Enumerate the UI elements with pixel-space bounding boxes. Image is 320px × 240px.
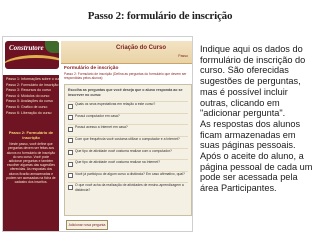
sidebar-item-step-3[interactable]: Passo 3: Recursos do curso — [3, 88, 59, 94]
question-option[interactable]: Com que frequência você costuma utilizar… — [68, 135, 188, 148]
question-option[interactable]: Possui acesso a Internet em casa? — [68, 124, 188, 136]
checkbox-icon[interactable] — [68, 150, 73, 156]
sidebar: Passo 1: Informações sobre o curso Passo… — [3, 75, 64, 231]
sidebar-item-step-7[interactable]: Passo 6: Liberação do curso — [3, 111, 59, 117]
logo-text: Construtore — [9, 44, 44, 52]
app-screenshot: Construtore Criação do Curso Passo Passo… — [2, 36, 193, 232]
question-label: Possui computador em casa? — [75, 113, 120, 118]
question-option[interactable]: Que tipo de atividade você costuma reali… — [68, 159, 188, 171]
header-subtitle: Passo — [178, 54, 188, 58]
caption-paragraph: As respostas dos alunos ficam armazenada… — [200, 118, 301, 151]
question-label: Que tipo de atividade você costuma reali… — [75, 148, 172, 153]
question-option[interactable]: Você já participou de algum curso a dist… — [68, 170, 188, 183]
checkbox-icon[interactable] — [68, 138, 73, 144]
question-label: Você já participou de algum curso a dist… — [75, 171, 185, 176]
logo-swoosh — [5, 55, 59, 69]
slide-title: Passo 2: formulário de inscrição — [87, 10, 233, 22]
question-option[interactable]: Que tipo de atividade você costuma reali… — [68, 147, 188, 160]
slide-caption: Indique aqui os dados do formulário de i… — [200, 44, 316, 194]
sidebar-item-step-1[interactable]: Passo 1: Informações sobre o curso — [3, 77, 64, 83]
question-prompt: Escolha as perguntas que você deseja que… — [68, 88, 183, 97]
question-list: Escolha as perguntas que você deseja que… — [64, 84, 192, 216]
sidebar-step-title: Passo 2: Formulário de inscrição — [8, 130, 54, 141]
sidebar-step-list: Passo 1: Informações sobre o curso Passo… — [3, 75, 64, 117]
caption-paragraph: Após o aceite do aluno, a página pessoal… — [200, 151, 313, 194]
question-label: Possui acesso a Internet em casa? — [75, 125, 128, 130]
checkbox-icon[interactable] — [68, 184, 73, 190]
question-option[interactable]: Quais os seus espectativas em relação a … — [68, 101, 188, 113]
checkbox-icon[interactable] — [68, 115, 73, 121]
caption-paragraph: Indique aqui os dados do formulário de i… — [200, 44, 306, 119]
header-band: Criação do Curso Passo — [61, 41, 192, 64]
add-question-button[interactable]: Adicionar nova pergunta — [66, 220, 108, 230]
page-title: Formulário de inscrição — [64, 66, 119, 71]
sidebar-step-description: Neste passo, você define que perguntas d… — [6, 142, 56, 184]
question-label: O que você acha da realização de ativida… — [75, 183, 184, 192]
question-label: Quais os seus espectativas em relação a … — [75, 102, 156, 107]
header-title: Criação do Curso — [115, 45, 166, 51]
checkbox-icon[interactable] — [68, 103, 73, 109]
main-content: Formulário de inscrição Passo 2: Formulá… — [60, 64, 192, 231]
question-option[interactable]: O que você acha da realização de ativida… — [68, 182, 188, 194]
logo-leaf — [45, 41, 59, 53]
question-label: Com que frequência você costuma utilizar… — [75, 136, 180, 141]
checkbox-icon[interactable] — [68, 161, 73, 167]
question-option[interactable]: Possui computador em casa? — [68, 112, 188, 125]
question-label: Que tipo de atividade você costuma reali… — [75, 160, 161, 165]
app-logo: Construtore — [5, 41, 59, 69]
checkbox-icon[interactable] — [68, 173, 73, 179]
checkbox-icon[interactable] — [68, 126, 73, 132]
page-description: Passo 2: Formulário de inscrição (Defina… — [64, 72, 187, 81]
